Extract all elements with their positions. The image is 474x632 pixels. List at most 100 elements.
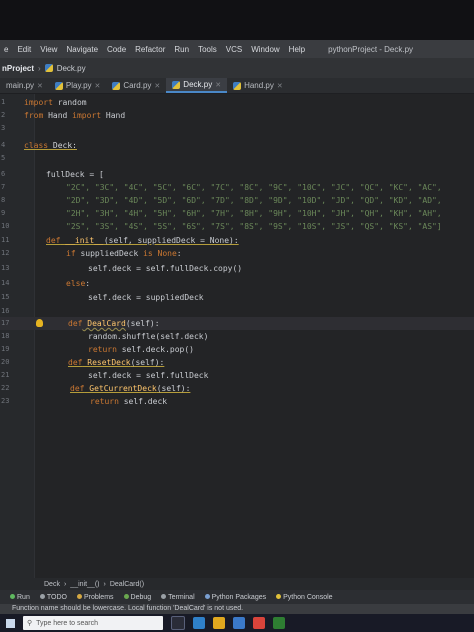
- code-line: 15 self.deck = suppliedDeck: [0, 291, 474, 304]
- line-number: 7: [1, 183, 6, 191]
- python-file-icon: [44, 64, 53, 72]
- menu-navigate[interactable]: Navigate: [66, 45, 98, 54]
- task-view-icon[interactable]: [171, 616, 185, 630]
- line-number: 6: [1, 170, 6, 178]
- python-file-icon: [54, 81, 63, 90]
- code-line: 14 else:: [0, 277, 474, 290]
- menu-vcs[interactable]: VCS: [226, 45, 242, 54]
- line-number: 10: [1, 222, 10, 230]
- python-file-icon: [172, 80, 181, 89]
- tool-python-console[interactable]: Python Console: [276, 593, 333, 601]
- tool-label: Terminal: [168, 593, 195, 601]
- close-icon[interactable]: ✕: [277, 82, 283, 90]
- tab-card[interactable]: Card.py ✕: [106, 78, 166, 93]
- string-literal: "2D", "3D", "4D", "5D", "6D", "7D", "8D"…: [66, 196, 442, 205]
- tool-label: Python Packages: [211, 593, 267, 601]
- close-icon[interactable]: ✕: [154, 82, 160, 90]
- class-name: Deck:: [48, 141, 77, 150]
- breadcrumb-method[interactable]: DealCard(): [110, 581, 144, 588]
- search-placeholder: Type here to search: [36, 619, 99, 627]
- close-icon[interactable]: ✕: [37, 82, 43, 90]
- menu-view[interactable]: View: [40, 45, 57, 54]
- code-line: 19 return self.deck.pop(): [0, 343, 474, 356]
- editor-tabs: main.py ✕ Play.py ✕ Card.py ✕ Deck.py ✕ Hand…: [0, 78, 474, 94]
- menu-code[interactable]: Code: [107, 45, 126, 54]
- menu-run[interactable]: Run: [174, 45, 189, 54]
- tab-play[interactable]: Play.py ✕: [49, 78, 107, 93]
- line-number: 18: [1, 332, 10, 340]
- line-number: 5: [1, 154, 6, 162]
- chrome-icon[interactable]: [253, 617, 265, 629]
- tool-problems[interactable]: Problems: [76, 593, 114, 601]
- file-crumb[interactable]: Deck.py: [57, 64, 86, 73]
- code-line: 9 "2H", "3H", "4H", "5H", "6H", "7H", "8H…: [0, 207, 474, 220]
- function-name: ResetDeck: [82, 358, 131, 367]
- code-line: 11 def __init__(self, suppliedDeck = None…: [0, 234, 474, 247]
- menu-tools[interactable]: Tools: [198, 45, 217, 54]
- code-text: :: [85, 279, 91, 288]
- tool-todo[interactable]: TODO: [39, 593, 67, 601]
- menu-refactor[interactable]: Refactor: [135, 45, 165, 54]
- tab-label: Play.py: [65, 81, 92, 90]
- code-text: Hand: [101, 111, 126, 120]
- folder-icon[interactable]: [213, 617, 225, 629]
- line-number: 23: [1, 397, 10, 405]
- mail-icon[interactable]: [233, 617, 245, 629]
- string-literal: "2C", "3C", "4C", "5C", "6C", "7C", "8C"…: [66, 183, 442, 192]
- chevron-right-icon: ›: [103, 580, 106, 588]
- line-number: 4: [1, 141, 6, 149]
- code-line: 4 class Deck:: [0, 139, 474, 152]
- tool-label: Problems: [83, 593, 114, 601]
- tool-terminal[interactable]: Terminal: [161, 593, 195, 601]
- code-text: suppliedDeck: [75, 249, 144, 258]
- code-editor[interactable]: 1 import random 2 from Hand import Hand 3 …: [0, 94, 474, 578]
- keyword: return: [90, 397, 119, 406]
- structure-breadcrumb: Deck › __init__() › DealCard(): [0, 578, 474, 590]
- menu-window[interactable]: Window: [251, 45, 279, 54]
- windows-start-icon[interactable]: [6, 618, 15, 628]
- code-line: 3: [0, 122, 474, 135]
- breadcrumb-class[interactable]: Deck: [44, 581, 60, 588]
- line-number: 19: [1, 345, 10, 353]
- line-number: 12: [1, 249, 10, 257]
- close-icon[interactable]: ✕: [95, 82, 101, 90]
- code-text: random.shuffle(self.deck): [88, 332, 209, 341]
- code-line: 7 "2C", "3C", "4C", "5C", "6C", "7C", "8C…: [0, 181, 474, 194]
- pycharm-icon[interactable]: [273, 617, 285, 629]
- function-name: __init__: [60, 236, 104, 245]
- close-icon[interactable]: ✕: [215, 81, 221, 89]
- menu-help[interactable]: Help: [289, 45, 305, 54]
- code-text: self.deck = self.fullDeck.copy(): [88, 264, 243, 273]
- tab-hand[interactable]: Hand.py ✕: [227, 78, 289, 93]
- tool-python-packages[interactable]: Python Packages: [204, 593, 267, 601]
- line-number: 20: [1, 358, 10, 366]
- project-crumb[interactable]: nProject: [2, 64, 34, 73]
- tab-label: Card.py: [123, 81, 152, 90]
- tab-deck[interactable]: Deck.py ✕: [166, 78, 228, 93]
- code-line: 22 def GetCurrentDeck(self):: [0, 382, 474, 395]
- lightbulb-icon[interactable]: [36, 319, 43, 327]
- code-text: (self):: [125, 319, 160, 328]
- tab-main[interactable]: main.py ✕: [0, 78, 49, 93]
- keyword: return: [88, 345, 117, 354]
- chevron-right-icon: ›: [38, 63, 41, 73]
- code-line: 18 random.shuffle(self.deck): [0, 330, 474, 343]
- status-bar: Function name should be lowercase. Local…: [0, 604, 474, 614]
- tool-debug[interactable]: Debug: [123, 593, 151, 601]
- code-area[interactable]: 1 import random 2 from Hand import Hand 3 …: [0, 94, 474, 578]
- chevron-right-icon: ›: [63, 580, 67, 588]
- edge-icon[interactable]: [193, 617, 205, 629]
- line-number: 9: [1, 209, 6, 217]
- line-number: 1: [1, 98, 6, 106]
- menu-file[interactable]: e: [4, 45, 8, 54]
- code-text: :: [176, 249, 182, 258]
- line-number: 14: [1, 279, 10, 287]
- keyword: def: [68, 319, 83, 328]
- breadcrumb-init[interactable]: __init__(): [70, 581, 99, 588]
- taskbar-search[interactable]: ⚲ Type here to search: [23, 616, 163, 630]
- tool-run[interactable]: Run: [10, 593, 30, 601]
- keyword: def: [68, 358, 83, 367]
- menu-edit[interactable]: Edit: [17, 45, 31, 54]
- code-line: 8 "2D", "3D", "4D", "5D", "6D", "7D", "8D…: [0, 194, 474, 207]
- tool-label: Run: [17, 593, 30, 601]
